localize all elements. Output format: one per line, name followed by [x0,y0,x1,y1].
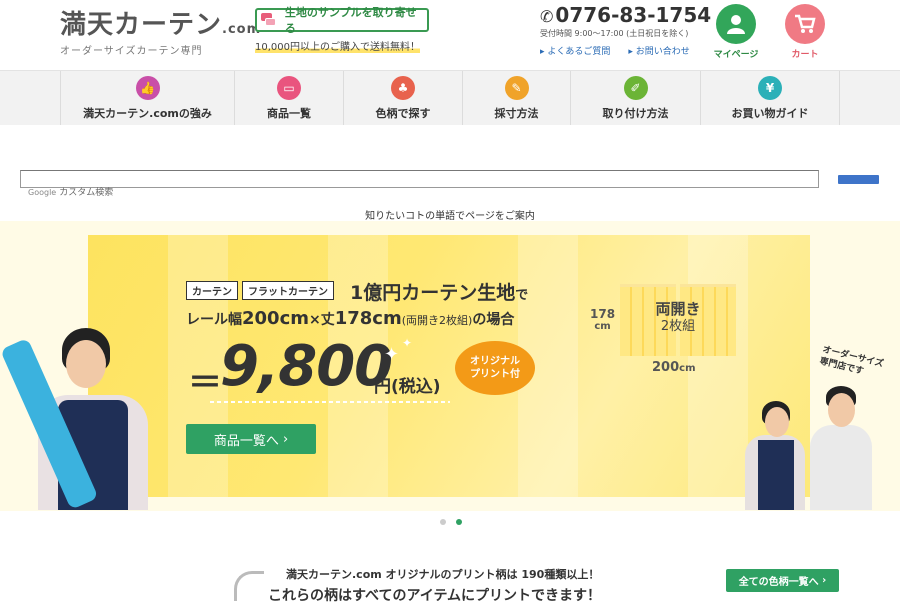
cart-button[interactable]: カート [781,4,829,60]
nav-item-installation[interactable]: ✐ 取り付け方法 [570,71,700,126]
site-header: 満天カーテン.com オーダーサイズカーテン専門 生地のサンプルを取り寄せる 1… [0,0,900,70]
nav-item-products[interactable]: ▭ 商品一覧 [234,71,343,126]
hero-headline: 1億円カーテン生地で [350,282,529,304]
free-shipping-note: 10,000円以上のご購入で送料無料！ [255,42,420,53]
nav-spacer [0,71,60,125]
curtain-height-label: 178 cm [590,307,616,333]
product-tags: カーテン フラットカーテン [186,281,334,300]
search-input[interactable] [20,170,819,188]
product-list-button[interactable]: 商品一覧へ › [186,424,316,454]
nav-item-strengths[interactable]: 👍 満天カーテン.comの強み [60,71,234,126]
request-sample-button[interactable]: 生地のサンプルを取り寄せる [255,6,429,35]
search-help-text: 知りたいコトの単語でページをご案内 [365,211,535,222]
phone-number[interactable]: ✆ 0776-83-1754 [540,3,711,27]
logo-tagline: オーダーサイズカーテン専門 [60,46,203,57]
price-unit: 円(税込) [374,377,441,397]
curtain-illustration: 両開き 2枚組 [620,284,736,356]
tag-curtain: カーテン [186,281,238,300]
fabric-sample-icon [261,12,281,28]
nav-item-measuring[interactable]: ✎ 採寸方法 [462,71,570,126]
curved-arrow-icon [234,571,264,601]
patterns-title: 満天カーテン.com オリジナルのプリント柄は 190種類以上！ [286,568,600,581]
logo-text: 満天カーテン.com [60,10,262,40]
sparkle-icon: ✦ [402,336,413,350]
staff-photo-left [0,320,165,510]
cart-icon [785,4,825,44]
nav-item-colors[interactable]: ♣ 色柄で探す [343,71,462,126]
main-navigation: 👍 満天カーテン.comの強み ▭ 商品一覧 ♣ 色柄で探す ✎ 採寸方法 ✐ … [0,70,900,126]
staff-photo-right [740,385,880,510]
size-description: レール幅200cm×丈178cm(両開き2枚組)の場合 [186,308,515,329]
original-print-badge: オリジナル プリント付 [455,341,535,395]
user-icon [716,4,756,44]
carousel-dot-2[interactable] [456,519,462,525]
patterns-subtitle: これらの柄はすべてのアイテムにプリントできます！ [268,588,602,604]
brush-icon: ✐ [623,76,648,100]
carousel-indicators [440,519,462,525]
faq-link[interactable]: ▸ よくあるご質問 [540,44,610,57]
search-placeholder: Google カスタム検索 [28,188,114,198]
sparkle-icon: ✦ [384,344,400,365]
curtain-width-label: 200cm [652,360,696,375]
carousel-dot-1[interactable] [440,519,446,525]
business-hours: 受付時間 9:00〜17:00 (土日祝日を除く) [540,29,689,38]
price-value: 9,800 [220,334,393,399]
clover-icon: ♣ [391,76,415,100]
all-patterns-button[interactable]: 全ての色柄一覧へ › [726,569,839,592]
nav-item-guide[interactable]: ¥ お買い物ガイド [700,71,840,126]
header-links: ▸ よくあるご質問 ▸ お問い合わせ [540,44,690,57]
thumbs-up-icon: 👍 [135,76,160,100]
search-button[interactable] [838,175,879,184]
phone-icon: ✆ [540,7,554,26]
pencil-icon: ✎ [504,76,529,100]
mypage-button[interactable]: マイページ [712,4,760,60]
price-underline [210,401,450,403]
price-equals: ＝ [188,363,222,403]
yen-icon: ¥ [758,76,782,100]
tag-flat-curtain: フラットカーテン [242,281,334,300]
site-search: Google カスタム検索 知りたいコトの単語でページをご案内 [0,125,900,222]
site-logo[interactable]: 満天カーテン.com オーダーサイズカーテン専門 [60,4,261,57]
contact-link[interactable]: ▸ お問い合わせ [628,44,689,57]
list-icon: ▭ [277,76,301,100]
nav-spacer-right [840,71,900,125]
